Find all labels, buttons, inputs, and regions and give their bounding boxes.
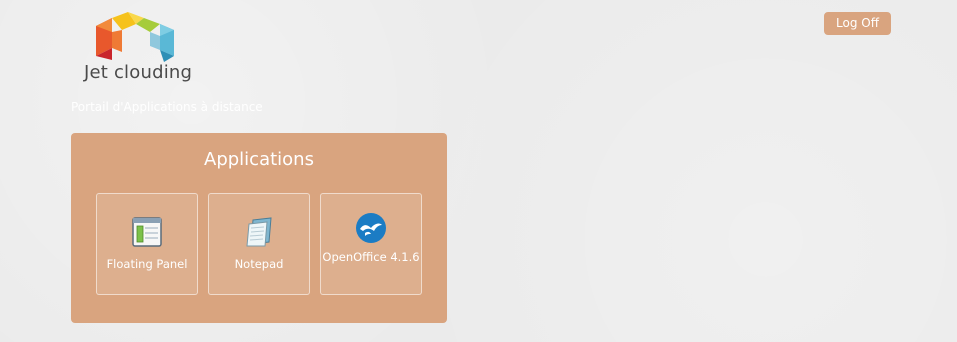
app-tile-openoffice[interactable]: OpenOffice 4.1.6 — [320, 193, 422, 295]
app-tile-notepad[interactable]: Notepad — [208, 193, 310, 295]
logoff-button[interactable]: Log Off — [824, 12, 891, 35]
notepad-icon — [246, 217, 272, 247]
openoffice-icon — [356, 213, 386, 243]
app-label-notepad: Notepad — [234, 257, 284, 271]
app-label-openoffice: OpenOffice 4.1.6 — [322, 250, 420, 264]
applications-panel: Applications Floating Panel Notepad Open… — [71, 133, 447, 323]
app-label-floating-panel: Floating Panel — [106, 257, 188, 271]
floating-panel-icon — [132, 217, 162, 247]
logo-mark-icon — [96, 12, 174, 62]
app-tile-floating-panel[interactable]: Floating Panel — [96, 193, 198, 295]
logo-text: Jet clouding — [84, 62, 193, 83]
jet-clouding-logo: Jet clouding — [84, 12, 194, 86]
applications-title: Applications — [204, 149, 314, 170]
portal-page: Jet clouding Log Off Portail d'Applicati… — [0, 0, 957, 342]
portal-subtitle: Portail d'Applications à distance — [71, 100, 263, 114]
